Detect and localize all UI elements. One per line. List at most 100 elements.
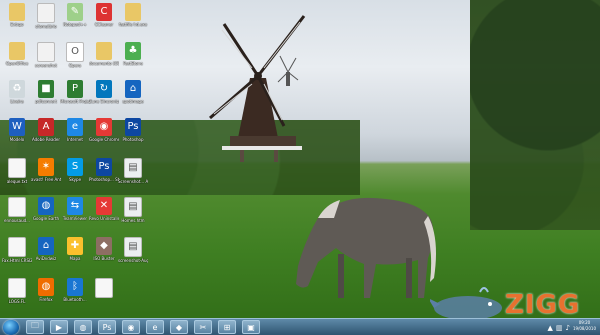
taskbar-photoshop-button[interactable]: Ps xyxy=(98,320,116,334)
project-icon: P xyxy=(67,80,83,98)
desktop-icon[interactable]: S Skype xyxy=(60,158,90,182)
green-app-icon: ■ xyxy=(38,80,54,98)
desktop-icon[interactable]: ⇆ TeamViewer xyxy=(60,197,90,221)
taskbar: 🗀 ▶ ◍ Ps ◉ e ◆ ✂ ⊞ ▣ ▲ ▥ ♪ 09:20 19/08/2010 xyxy=(0,318,600,335)
desktop-icon[interactable]: Extrgo xyxy=(2,3,32,27)
desktop-icon[interactable]: O Opera xyxy=(60,42,90,68)
photoshop-icon: Ps xyxy=(96,158,112,176)
taskbar-network-button[interactable]: ⊞ xyxy=(218,320,236,334)
desktop-icon-label: screenshot xyxy=(35,63,57,68)
desktop-icon-label: Revo Uninstaller xyxy=(89,216,119,221)
taskbar-media-player-button[interactable]: ▶ xyxy=(50,320,68,334)
desktop-icon-label: Screenshot... Aug 19 08... xyxy=(118,179,148,184)
desktop-icon-label: Modelo xyxy=(9,137,25,142)
image-icon: ▤ xyxy=(124,158,142,178)
desktop-icon[interactable]: Fax.Html CRSI2006.htm xyxy=(2,237,32,263)
desktop-icon[interactable]: PsPhotoshop... Studio xyxy=(89,158,119,182)
desktop-icon-label: OpenOffice xyxy=(5,61,29,66)
taskbar-firefox-button[interactable]: ◍ xyxy=(74,320,92,334)
desktop-icon[interactable]: ↻Zune Sincronizar xyxy=(89,80,119,104)
desktop-icon-label: documento (OSLSV-DO) xyxy=(89,61,119,66)
network-icon: ⌂ xyxy=(38,237,54,255)
desktop-icon[interactable]: ⌂ spotimage xyxy=(118,80,148,104)
desktop-icon[interactable]: ✚ Mapa xyxy=(60,237,90,261)
skype-icon: S xyxy=(67,158,83,176)
taskbar-screenshot-app-button[interactable]: ▣ xyxy=(242,320,260,334)
photoshop-icon: Ps xyxy=(125,118,141,136)
ie-icon: e xyxy=(67,118,83,136)
taskbar-utility-button[interactable]: ◆ xyxy=(170,320,188,334)
desktop-icon[interactable]: e Internet xyxy=(60,118,90,142)
desktop-icon-label: fastfile hd.exe xyxy=(118,22,148,27)
desktop-icon[interactable]: ✕ Revo Uninstaller xyxy=(89,197,119,221)
desktop-icon-label: Extrgo xyxy=(10,22,24,27)
network-tray-icon[interactable]: ▥ xyxy=(556,324,563,332)
desktop-icon-label: spotimage xyxy=(122,99,144,104)
desktop-icon[interactable]: ▤ Homes.htm xyxy=(118,197,148,223)
desktop-icon-label: aleque.txt xyxy=(6,179,28,184)
desktop-icon[interactable]: cfomulário xyxy=(31,3,61,29)
desktop-icon[interactable]: A Adobe Reader xyxy=(31,118,61,142)
volume-icon[interactable]: ♪ xyxy=(566,324,570,332)
clock[interactable]: 09:20 19/08/2010 xyxy=(573,320,596,332)
desktop-icon-label: CCleaner xyxy=(94,22,114,27)
desktop-icon[interactable]: ▤Screenshot... Aug 19 08... xyxy=(118,158,148,184)
desktop-icon[interactable]: ■ pdfconvert xyxy=(31,80,61,104)
desktop-icon[interactable]: LOGS.FL xyxy=(2,278,32,304)
desktop-icon-label: AviDvdwiz xyxy=(35,256,57,261)
teamviewer-icon: ⇆ xyxy=(67,197,83,215)
taskbar-internet-explorer-button[interactable]: e xyxy=(146,320,164,334)
desktop-icon[interactable]: aleque.txt xyxy=(2,158,32,184)
desktop-icon-label: FastStone xyxy=(123,61,143,66)
opera-icon: O xyxy=(66,42,84,62)
text-file-icon xyxy=(8,237,26,257)
taskbar-chrome-button[interactable]: ◉ xyxy=(122,320,140,334)
desktop-icon[interactable]: ᛒ Bluetooth... xyxy=(60,278,90,302)
desktop-icon[interactable]: PMicrosoft Project 2010 xyxy=(60,80,90,104)
desktop-icon-label: Mapa xyxy=(69,256,81,261)
tree-icon: ♣ xyxy=(125,42,141,60)
desktop-icon-label: Lixeira xyxy=(10,99,24,104)
desktop-icon[interactable]: ✶avast! Free Antivirus xyxy=(31,158,61,182)
desktop-icon[interactable]: ♣ FastStone xyxy=(118,42,148,66)
desktop-icon-label: ISO Buster xyxy=(93,256,115,261)
folder-icon xyxy=(125,3,141,21)
desktop-icon[interactable]: W Modelo xyxy=(2,118,32,142)
desktop-icon[interactable]: ✎ Notepad++ xyxy=(60,3,90,27)
desktop-icon[interactable]: OpenOffice xyxy=(2,42,32,66)
desktop-icon[interactable]: ◍ Google Earth xyxy=(31,197,61,221)
desktop-icon-label: Photoshop xyxy=(122,137,144,142)
text-file-icon xyxy=(8,158,26,178)
desktop-icon[interactable]: Ps Photoshop xyxy=(118,118,148,142)
desktop-icon[interactable]: ◍ Firefox xyxy=(31,278,61,302)
text-file-icon xyxy=(8,197,26,217)
uninstaller-icon: ✕ xyxy=(96,197,112,215)
desktop-icon-label: screenshot-Aug 19... xyxy=(118,258,148,263)
desktop-icon[interactable]: fastfile hd.exe xyxy=(118,3,148,27)
taskbar-snipping-tool-button[interactable]: ✂ xyxy=(194,320,212,334)
taskbar-explorer-button[interactable]: 🗀 xyxy=(26,320,44,334)
system-tray: ▲ ▥ ♪ xyxy=(548,322,570,333)
desktop-icon[interactable]: documento (OSLSV-DO) xyxy=(89,42,119,66)
desktop-icon-label: LOGS.FL xyxy=(8,299,26,304)
chrome-icon: ◉ xyxy=(96,118,112,136)
desktop-icon-label: Google Chrome xyxy=(89,137,119,142)
desktop-icon[interactable]: ♻ Lixeira xyxy=(2,80,32,104)
desktop-icon[interactable] xyxy=(89,278,119,299)
document-icon xyxy=(37,42,55,62)
desktop-icon[interactable]: ▤screenshot-Aug 19... xyxy=(118,237,148,263)
dragon-icon: ◆ xyxy=(96,237,112,255)
start-button[interactable] xyxy=(3,320,19,335)
desktop-icon[interactable]: ⌂ AviDvdwiz xyxy=(31,237,61,261)
pdf-icon: A xyxy=(38,118,54,136)
notepad-icon: ✎ xyxy=(67,3,83,21)
desktop-icon[interactable]: C CCleaner xyxy=(89,3,119,27)
desktop-icon[interactable]: ◆ ISO Buster xyxy=(89,237,119,261)
tray-arrow-icon[interactable]: ▲ xyxy=(548,324,553,332)
desktop-icon[interactable]: ennousaud... xyxy=(2,197,32,223)
desktop-icon-label: Zune Sincronizar xyxy=(89,99,119,104)
desktop-icon-label: Firefox xyxy=(39,297,53,302)
folder-icon xyxy=(9,3,25,21)
desktop-icon[interactable]: screenshot xyxy=(31,42,61,68)
desktop-icon[interactable]: ◉ Google Chrome xyxy=(89,118,119,142)
